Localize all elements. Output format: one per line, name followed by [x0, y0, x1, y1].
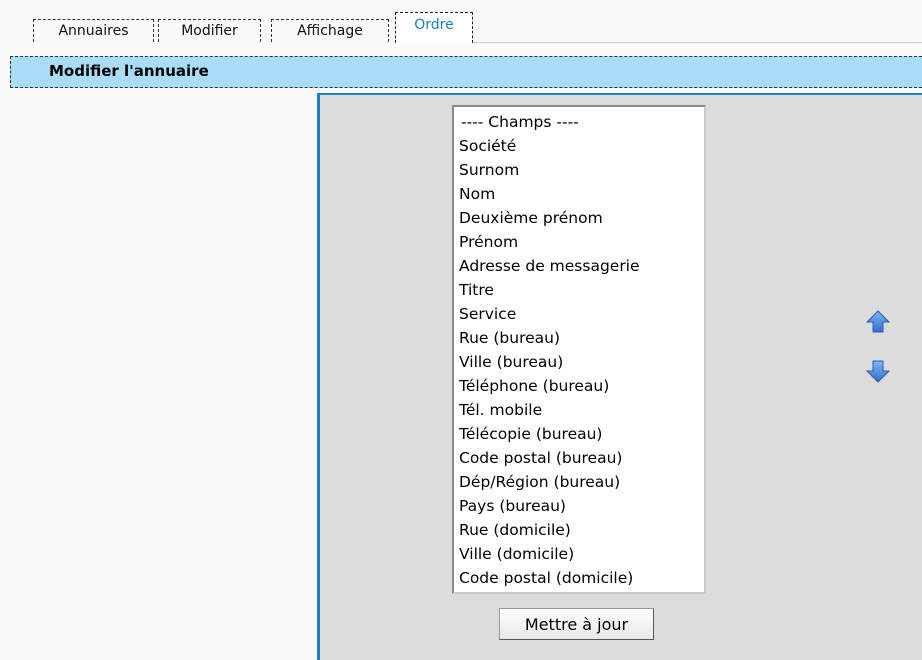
list-item[interactable]: Prénom: [459, 230, 704, 254]
section-header: Modifier l'annuaire: [10, 56, 922, 88]
list-item[interactable]: Société: [459, 134, 704, 158]
list-item[interactable]: Tél. mobile: [459, 398, 704, 422]
list-item[interactable]: Ville (domicile): [459, 542, 704, 566]
section-title: Modifier l'annuaire: [49, 62, 209, 80]
list-item[interactable]: Rue (bureau): [459, 326, 704, 350]
list-item[interactable]: Service: [459, 302, 704, 326]
list-item[interactable]: Surnom: [459, 158, 704, 182]
order-panel: ---- Champs ---- Société Surnom Nom Deux…: [317, 93, 922, 660]
list-item[interactable]: Adresse de messagerie: [459, 254, 704, 278]
tab-divider: [473, 42, 922, 43]
tab-ordre[interactable]: Ordre: [395, 12, 473, 43]
fields-listbox[interactable]: ---- Champs ---- Société Surnom Nom Deux…: [452, 105, 706, 594]
list-item[interactable]: Télécopie (bureau): [459, 422, 704, 446]
list-header[interactable]: ---- Champs ----: [459, 110, 704, 134]
list-item[interactable]: Ville (bureau): [459, 350, 704, 374]
list-item[interactable]: Titre: [459, 278, 704, 302]
tab-annuaires[interactable]: Annuaires: [33, 19, 154, 42]
list-item[interactable]: Code postal (domicile): [459, 566, 704, 590]
arrow-up-icon[interactable]: [865, 309, 891, 335]
list-item[interactable]: Dép/Région (bureau): [459, 470, 704, 494]
tab-affichage[interactable]: Affichage: [271, 19, 389, 42]
list-item[interactable]: Code postal (bureau): [459, 446, 704, 470]
list-item[interactable]: Pays (bureau): [459, 494, 704, 518]
list-item[interactable]: Rue (domicile): [459, 518, 704, 542]
tab-bar: Annuaires Modifier Affichage Ordre: [0, 0, 922, 56]
list-item[interactable]: Deuxième prénom: [459, 206, 704, 230]
tab-modifier[interactable]: Modifier: [158, 19, 261, 42]
update-button[interactable]: Mettre à jour: [499, 608, 654, 640]
arrow-down-icon[interactable]: [865, 358, 891, 384]
list-item[interactable]: Nom: [459, 182, 704, 206]
list-item[interactable]: Téléphone (bureau): [459, 374, 704, 398]
